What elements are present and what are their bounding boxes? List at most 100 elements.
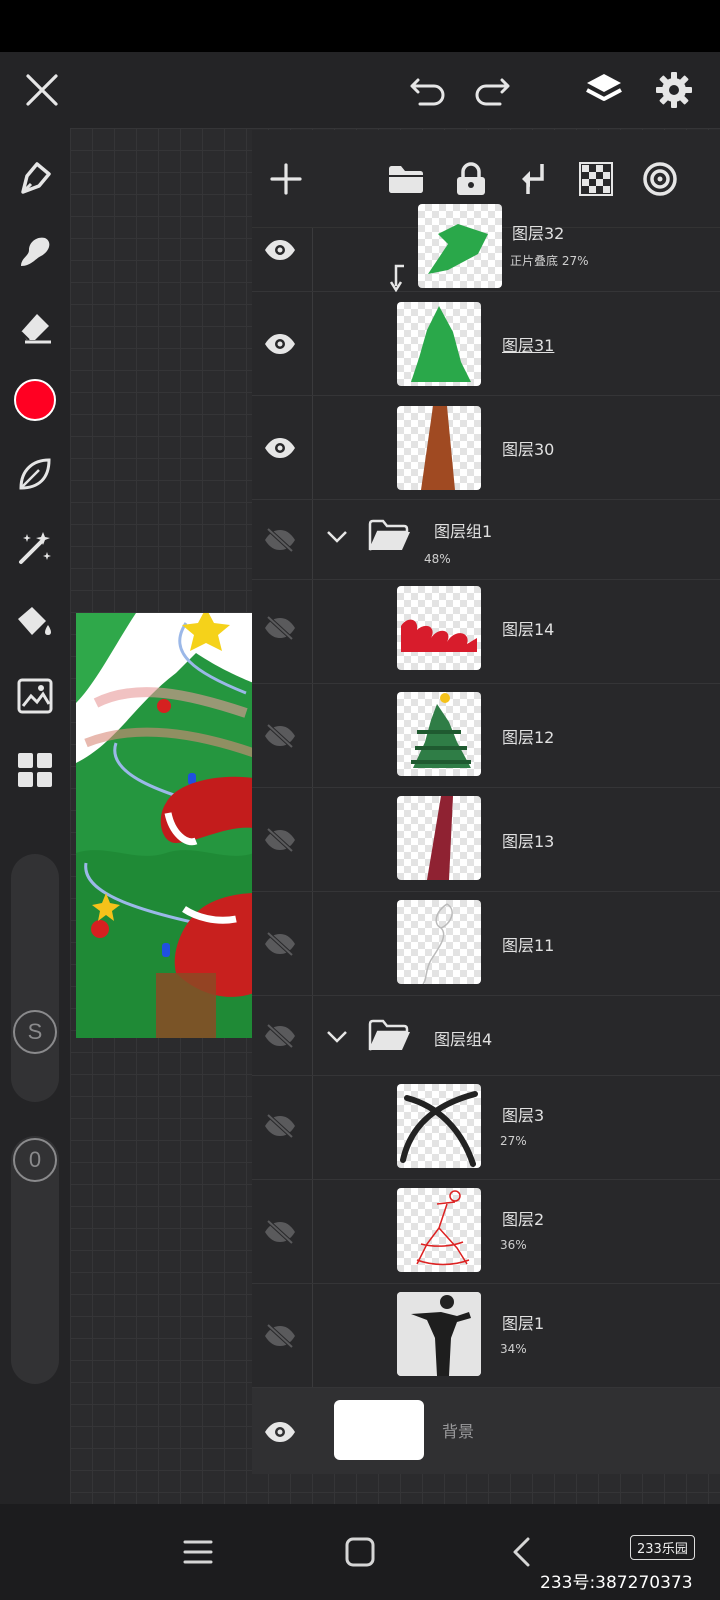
undo-icon xyxy=(410,78,445,106)
group-name: 图层组1 xyxy=(434,522,493,541)
layer-row[interactable]: 图层32 正片叠底 27% xyxy=(252,204,720,292)
eraser-icon xyxy=(20,314,51,344)
home-button[interactable] xyxy=(336,1528,384,1576)
smudge-tool[interactable] xyxy=(11,228,59,276)
close-button[interactable] xyxy=(18,66,66,114)
group-name: 图层组4 xyxy=(434,1030,493,1049)
close-icon xyxy=(26,74,58,106)
layers-button[interactable] xyxy=(580,66,628,114)
background-layer-row[interactable]: 背景 xyxy=(252,1388,720,1474)
eye-off-icon xyxy=(265,1219,295,1245)
folder-open-icon xyxy=(368,519,410,551)
target-icon xyxy=(643,162,677,196)
layer-thumbnail xyxy=(397,796,481,880)
merge-down-icon xyxy=(522,164,544,194)
visibility-toggle[interactable] xyxy=(258,1410,302,1454)
brush-tool[interactable] xyxy=(11,154,59,202)
fill-tool[interactable] xyxy=(11,598,59,646)
eye-off-icon xyxy=(265,723,295,749)
opacity-slider[interactable]: 0 xyxy=(11,1136,59,1384)
redo-icon xyxy=(475,78,510,106)
background-swatch[interactable] xyxy=(334,1400,424,1460)
artwork[interactable] xyxy=(76,613,254,1038)
lasso-tool[interactable] xyxy=(11,450,59,498)
image-icon xyxy=(17,678,53,714)
chevron-down-icon[interactable] xyxy=(326,530,348,544)
layer-name: 背景 xyxy=(442,1422,475,1441)
layer-name: 图层1 xyxy=(502,1314,545,1333)
chevron-down-icon[interactable] xyxy=(326,1030,348,1044)
redo-button[interactable] xyxy=(468,66,516,114)
layer-row[interactable]: 图层31 xyxy=(252,292,720,396)
eye-icon xyxy=(265,334,295,354)
layer-name: 图层30 xyxy=(502,440,555,459)
layer-row[interactable]: 图层2 36% xyxy=(252,1180,720,1284)
visibility-toggle[interactable] xyxy=(258,606,302,650)
layer-thumbnail xyxy=(397,1292,481,1376)
layer-thumbnail xyxy=(397,586,481,670)
layer-row[interactable]: 图层30 xyxy=(252,396,720,500)
layer-thumbnail xyxy=(397,1188,481,1272)
visibility-toggle[interactable] xyxy=(258,714,302,758)
visibility-toggle[interactable] xyxy=(258,1314,302,1358)
smudge-icon xyxy=(21,237,50,266)
layer-thumbnail xyxy=(397,1084,481,1168)
layer-settings-button[interactable] xyxy=(636,155,684,203)
layer-opacity: 34% xyxy=(500,1342,527,1356)
layer-row[interactable]: 图层13 xyxy=(252,788,720,892)
layer-row[interactable]: 图层1 34% xyxy=(252,1284,720,1388)
layer-opacity: 27% xyxy=(500,1134,527,1148)
image-import-tool[interactable] xyxy=(11,672,59,720)
visibility-toggle[interactable] xyxy=(258,518,302,562)
layer-row[interactable]: 图层12 xyxy=(252,684,720,788)
color-picker[interactable] xyxy=(11,376,59,424)
layer-blend-opacity: 正片叠底 27% xyxy=(510,254,589,268)
visibility-toggle[interactable] xyxy=(258,1210,302,1254)
layer-row[interactable]: 图层11 xyxy=(252,892,720,996)
visibility-toggle[interactable] xyxy=(258,426,302,470)
layer-group-row[interactable]: 图层组1 48% xyxy=(252,500,720,580)
layer-row[interactable]: 图层3 27% xyxy=(252,1076,720,1180)
brush-size-slider[interactable]: S xyxy=(11,854,59,1102)
alpha-lock-button[interactable] xyxy=(572,155,620,203)
visibility-toggle[interactable] xyxy=(258,818,302,862)
recent-apps-button[interactable] xyxy=(174,1528,222,1576)
layer-thumbnail xyxy=(397,406,481,490)
layer-row[interactable]: 图层14 xyxy=(252,580,720,684)
merge-down-button[interactable] xyxy=(510,155,558,203)
add-group-button[interactable] xyxy=(382,155,430,203)
eye-off-icon xyxy=(265,1113,295,1139)
eraser-tool[interactable] xyxy=(11,302,59,350)
eye-off-icon xyxy=(265,827,295,853)
lock-layer-button[interactable] xyxy=(447,155,495,203)
undo-button[interactable] xyxy=(404,66,452,114)
eye-off-icon xyxy=(265,931,295,957)
brush-size-knob[interactable]: S xyxy=(13,1010,57,1054)
visibility-toggle[interactable] xyxy=(258,322,302,366)
home-square-icon xyxy=(345,1537,375,1567)
layer-group-row[interactable]: 图层组4 xyxy=(252,996,720,1076)
layer-name: 图层11 xyxy=(502,936,555,955)
plus-icon xyxy=(270,163,302,195)
checker-icon xyxy=(579,162,613,196)
layer-name: 图层14 xyxy=(502,620,555,639)
visibility-toggle[interactable] xyxy=(258,922,302,966)
visibility-toggle[interactable] xyxy=(258,228,302,272)
layer-opacity: 36% xyxy=(500,1238,527,1252)
add-layer-button[interactable] xyxy=(262,155,310,203)
tool-bar: S 0 xyxy=(0,128,70,1504)
folder-icon xyxy=(389,166,423,193)
watermark-id: 233号:387270373 xyxy=(540,1573,693,1593)
brush-size-label: S xyxy=(27,1019,43,1044)
grid-icon xyxy=(18,753,52,787)
magic-wand-tool[interactable] xyxy=(11,524,59,572)
paint-bucket-icon xyxy=(18,607,51,635)
gallery-tool[interactable] xyxy=(11,746,59,794)
layer-thumbnail xyxy=(397,900,481,984)
opacity-knob[interactable]: 0 xyxy=(13,1138,57,1182)
settings-button[interactable] xyxy=(650,66,698,114)
visibility-toggle[interactable] xyxy=(258,1014,302,1058)
visibility-toggle[interactable] xyxy=(258,1104,302,1148)
opacity-label: 0 xyxy=(28,1147,42,1172)
back-button[interactable] xyxy=(498,1528,546,1576)
